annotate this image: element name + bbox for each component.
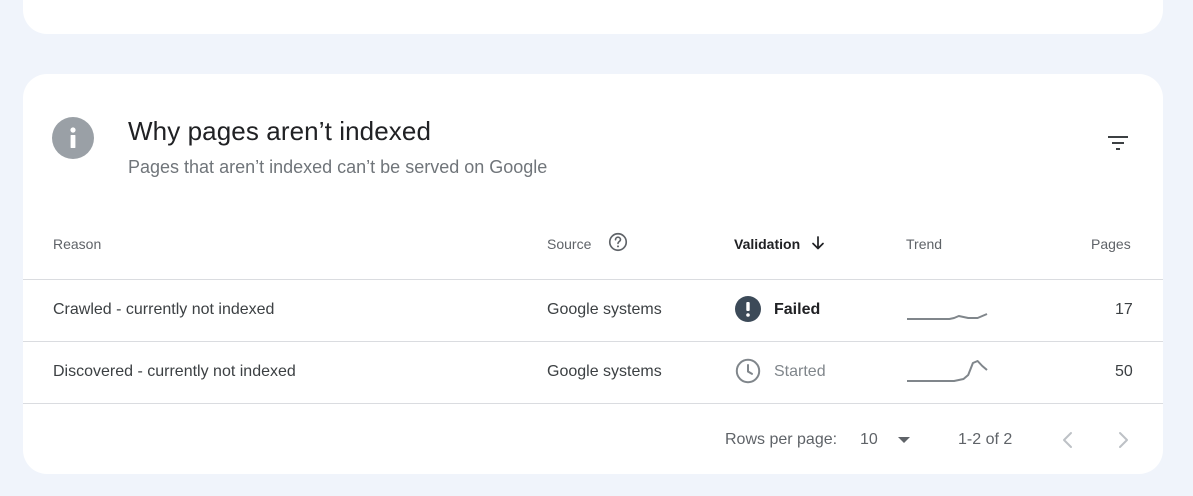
pagination-range: 1-2 of 2 bbox=[958, 431, 1013, 448]
previous-page-icon[interactable] bbox=[1056, 428, 1080, 452]
row-divider bbox=[23, 403, 1163, 404]
column-header-pages[interactable]: Pages bbox=[1091, 236, 1131, 252]
row-reason: Crawled - currently not indexed bbox=[53, 301, 275, 318]
column-header-reason[interactable]: Reason bbox=[53, 236, 101, 252]
column-header-source[interactable]: Source bbox=[547, 236, 591, 252]
previous-card bbox=[23, 0, 1163, 34]
card-subtitle: Pages that aren’t indexed can’t be serve… bbox=[128, 157, 548, 177]
trend-sparkline bbox=[907, 360, 988, 382]
column-header-validation[interactable]: Validation bbox=[734, 236, 800, 252]
arrow-down-icon[interactable] bbox=[810, 235, 826, 251]
why-pages-not-indexed-card: Why pages aren’t indexed Pages that aren… bbox=[23, 74, 1163, 474]
help-icon[interactable] bbox=[607, 231, 629, 253]
rows-per-page-label: Rows per page: bbox=[725, 431, 838, 448]
row-source: Google systems bbox=[547, 363, 662, 380]
column-header-trend: Trend bbox=[906, 236, 943, 252]
chevron-down-icon[interactable] bbox=[896, 432, 912, 448]
clock-icon bbox=[735, 358, 761, 384]
trend-line bbox=[907, 360, 988, 382]
trend-line bbox=[907, 313, 988, 320]
validation-status-failed: Failed bbox=[774, 301, 821, 318]
info-icon bbox=[52, 117, 94, 159]
card-title: Why pages aren’t indexed bbox=[128, 116, 432, 146]
row-reason: Discovered - currently not indexed bbox=[53, 363, 296, 380]
row-pages: 50 bbox=[1115, 363, 1133, 380]
next-page-icon[interactable] bbox=[1111, 428, 1135, 452]
filter-button[interactable] bbox=[1103, 128, 1133, 158]
failed-exclamation-icon bbox=[735, 296, 761, 322]
filter-icon bbox=[1108, 136, 1128, 150]
row-source: Google systems bbox=[547, 301, 662, 318]
trend-sparkline bbox=[907, 313, 988, 320]
validation-status-started: Started bbox=[774, 363, 826, 380]
rows-per-page-select[interactable]: 10 bbox=[860, 431, 878, 449]
row-pages: 17 bbox=[1115, 301, 1133, 318]
